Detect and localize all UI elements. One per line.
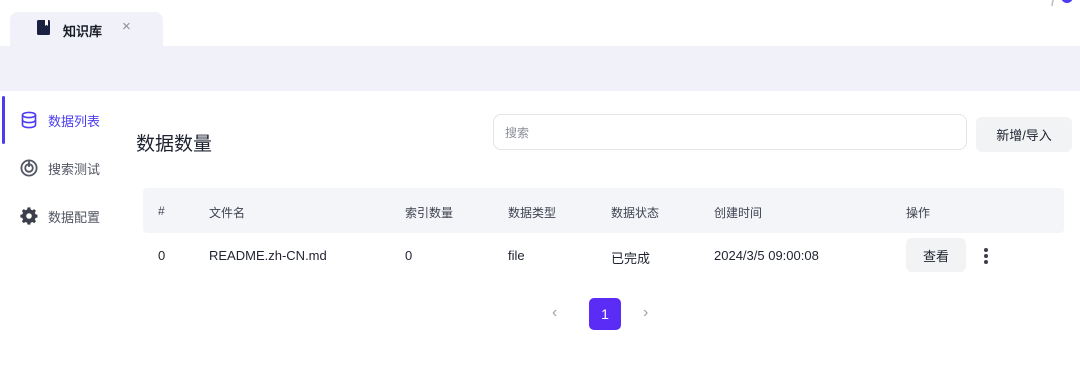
sidebar-item-label: 数据配置 <box>48 209 101 225</box>
tab-knowledge-base[interactable]: 知识库 × <box>10 12 163 46</box>
database-icon <box>21 111 37 129</box>
book-icon <box>37 20 51 35</box>
column-header-index: # <box>158 204 165 218</box>
column-header-type: 数据类型 <box>508 206 557 220</box>
close-icon[interactable]: × <box>122 18 131 35</box>
tab-title: 知识库 <box>63 24 103 39</box>
tab-bar: 知识库 × <box>0 0 1080 46</box>
page-number-button[interactable]: 1 <box>589 298 621 330</box>
more-options-icon[interactable] <box>979 242 993 270</box>
cell-created: 2024/3/5 09:00:08 <box>714 248 819 263</box>
header-band <box>0 46 1080 91</box>
column-header-filename: 文件名 <box>209 206 246 220</box>
column-header-index-count: 索引数量 <box>405 206 454 220</box>
cell-status: 已完成 <box>611 251 651 266</box>
column-header-actions: 操作 <box>906 206 931 220</box>
next-page-button[interactable]: › <box>643 304 648 322</box>
cell-type: file <box>508 248 525 263</box>
view-button[interactable]: 查看 <box>906 238 966 272</box>
cell-index-count: 0 <box>405 248 413 263</box>
sidebar-item-search-test[interactable]: 搜索测试 <box>0 144 118 192</box>
sidebar-item-label: 数据列表 <box>48 113 101 129</box>
cell-index: 0 <box>158 248 166 263</box>
sidebar-item-label: 搜索测试 <box>48 161 101 177</box>
table-header: # 文件名 索引数量 数据类型 数据状态 创建时间 操作 <box>143 188 1064 233</box>
active-indicator <box>2 96 5 144</box>
avatar-icon[interactable] <box>1050 0 1072 6</box>
page-title: 数据数量 <box>136 134 213 155</box>
column-header-status: 数据状态 <box>611 206 660 220</box>
search-placeholder: 搜索 <box>505 126 530 140</box>
sidebar-item-data-list[interactable]: 数据列表 <box>0 96 118 144</box>
search-input[interactable]: 搜索 <box>493 114 967 150</box>
gear-icon <box>20 207 38 225</box>
sidebar-item-data-config[interactable]: 数据配置 <box>0 192 118 240</box>
column-header-created: 创建时间 <box>714 206 763 220</box>
add-import-button[interactable]: 新增/导入 <box>976 117 1072 152</box>
cell-filename: README.zh-CN.md <box>209 248 327 263</box>
search-test-icon <box>20 159 38 177</box>
prev-page-button[interactable]: ‹ <box>552 304 557 322</box>
table-row[interactable]: 0 README.zh-CN.md 0 file 已完成 2024/3/5 09… <box>143 234 1064 278</box>
